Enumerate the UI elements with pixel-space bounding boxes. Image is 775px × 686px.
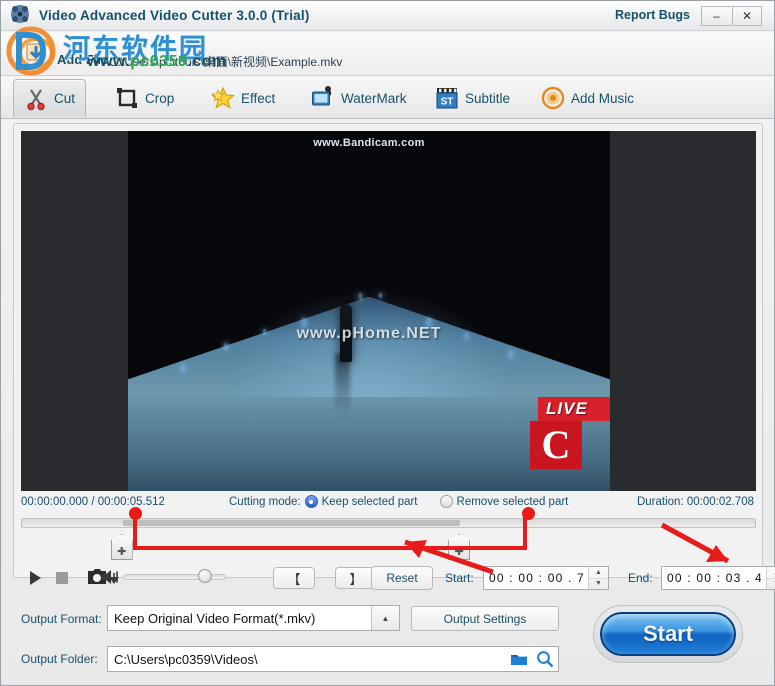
tab-watermark[interactable]: WaterMark <box>301 79 417 117</box>
output-settings-button[interactable]: Output Settings <box>411 606 559 631</box>
music-note-icon <box>541 86 565 110</box>
center-watermark: www.pHome.NET <box>296 325 442 343</box>
output-folder-label: Output Folder: <box>21 652 98 666</box>
tab-crop[interactable]: Crop <box>105 79 184 117</box>
output-folder-box[interactable] <box>107 646 559 672</box>
time-position: 00:00:00.000 / 00:00:05.512 <box>21 496 165 508</box>
video-preview-area[interactable]: www.Bandicam.com www.pHome.NET LIVE C <box>21 131 756 491</box>
start-time-up[interactable]: ▲ <box>589 567 608 579</box>
keep-selected-label[interactable]: Keep selected part <box>322 496 418 508</box>
live-badge: LIVE <box>538 397 610 421</box>
report-bugs-link[interactable]: Report Bugs <box>615 8 690 22</box>
star-icon <box>211 86 235 110</box>
svg-text:ST: ST <box>441 97 454 108</box>
bandicam-watermark: www.Bandicam.com <box>313 137 425 149</box>
subtitle-icon: ST <box>435 86 459 110</box>
stage-light <box>378 293 382 298</box>
stage-light <box>508 350 513 358</box>
tab-bar: Cut Crop Effect WaterMark ST Subtitle Ad… <box>1 77 774 119</box>
cutting-mode-label: Cutting mode: <box>229 495 301 508</box>
tab-label: Effect <box>241 90 276 106</box>
app-window: Video Advanced Video Cutter 3.0.0 (Trial… <box>0 0 775 686</box>
radio-keep-selected[interactable] <box>304 495 318 508</box>
film-reel-icon <box>7 4 43 28</box>
add-file-label[interactable]: Add File <box>57 52 108 67</box>
trim-start-handle[interactable] <box>110 534 133 560</box>
file-path: C:\Users\pc\tools\桌面\新视频\Example.mkv <box>109 55 343 69</box>
crop-icon <box>115 86 139 110</box>
output-folder-input[interactable] <box>108 650 506 668</box>
start-button-label: Start <box>600 612 736 656</box>
magnifier-icon[interactable] <box>532 650 558 668</box>
output-format-value: Keep Original Video Format(*.mkv) <box>114 610 316 626</box>
tab-label: WaterMark <box>341 90 407 106</box>
channel-logo: C <box>530 421 582 469</box>
title-bar: Video Advanced Video Cutter 3.0.0 (Trial… <box>1 1 774 31</box>
add-file-icon[interactable] <box>18 37 54 70</box>
tab-subtitle[interactable]: ST Subtitle <box>425 79 520 117</box>
timeline[interactable] <box>21 516 756 560</box>
app-title: Video Advanced Video Cutter 3.0.0 (Trial… <box>39 8 310 23</box>
stage-light <box>181 365 186 372</box>
tab-add-music[interactable]: Add Music <box>531 79 644 117</box>
timeline-track[interactable] <box>21 518 756 528</box>
cutting-mode-group: Cutting mode: Keep selected part Remove … <box>229 495 568 508</box>
end-time-up[interactable]: ▲ <box>767 567 775 579</box>
output-format-combo[interactable]: Keep Original Video Format(*.mkv) ▲ <box>107 605 400 631</box>
stage-light <box>359 293 363 300</box>
stage-glow <box>224 289 514 398</box>
remove-selected-label[interactable]: Remove selected part <box>457 496 569 508</box>
video-frame[interactable]: www.Bandicam.com www.pHome.NET LIVE C <box>128 131 610 491</box>
watermark-icon <box>311 86 335 110</box>
tab-label: Crop <box>145 90 175 106</box>
editor-panel: www.Bandicam.com www.pHome.NET LIVE C 00… <box>13 123 775 590</box>
output-format-label: Output Format: <box>21 612 102 626</box>
tab-effect[interactable]: Effect <box>201 79 285 117</box>
tab-cut[interactable]: Cut <box>13 79 87 117</box>
minimize-button[interactable]: – <box>701 6 731 26</box>
trim-end-handle[interactable] <box>448 534 471 560</box>
volume-slider-thumb[interactable] <box>198 569 213 583</box>
radio-remove-selected[interactable] <box>439 495 453 508</box>
start-button[interactable]: Start <box>593 605 743 663</box>
tab-label: Add Music <box>571 90 635 106</box>
performer-reflection <box>335 354 351 417</box>
playback-info-row: 00:00:00.000 / 00:00:05.512 Cutting mode… <box>21 494 756 512</box>
tab-label: Subtitle <box>465 90 511 106</box>
tab-label: Cut <box>54 91 76 106</box>
close-button[interactable]: ✕ <box>732 6 762 26</box>
chevron-up-icon[interactable]: ▲ <box>371 606 399 630</box>
scissors-icon <box>24 87 48 111</box>
timeline-selection <box>122 520 461 526</box>
selection-duration: Duration: 00:00:02.708 <box>636 496 754 508</box>
folder-icon[interactable] <box>506 652 532 666</box>
